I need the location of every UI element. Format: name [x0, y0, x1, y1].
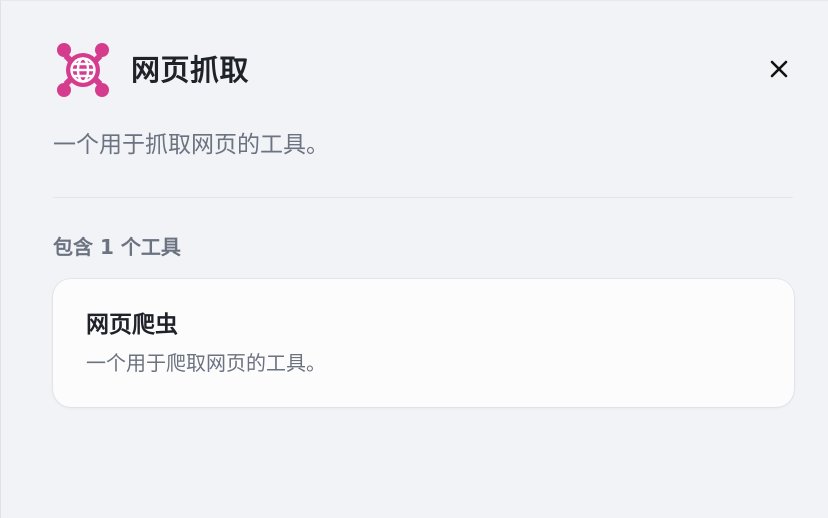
divider — [53, 197, 793, 198]
close-button[interactable] — [765, 55, 793, 83]
plugin-detail-panel: 网页抓取 一个用于抓取网页的工具。 包含 1 个工具 网页爬虫 一个用于爬取网页… — [0, 0, 828, 518]
tool-description: 一个用于爬取网页的工具。 — [86, 351, 326, 375]
tool-name: 网页爬虫 — [86, 312, 178, 338]
plugin-header: 网页抓取 — [53, 39, 249, 101]
plugin-description: 一个用于抓取网页的工具。 — [53, 132, 329, 158]
close-icon — [770, 60, 788, 78]
globe-network-icon — [57, 43, 109, 97]
tool-count-label: 包含 1 个工具 — [53, 235, 181, 259]
tool-card[interactable]: 网页爬虫 一个用于爬取网页的工具。 — [53, 279, 794, 407]
plugin-title: 网页抓取 — [131, 52, 250, 87]
